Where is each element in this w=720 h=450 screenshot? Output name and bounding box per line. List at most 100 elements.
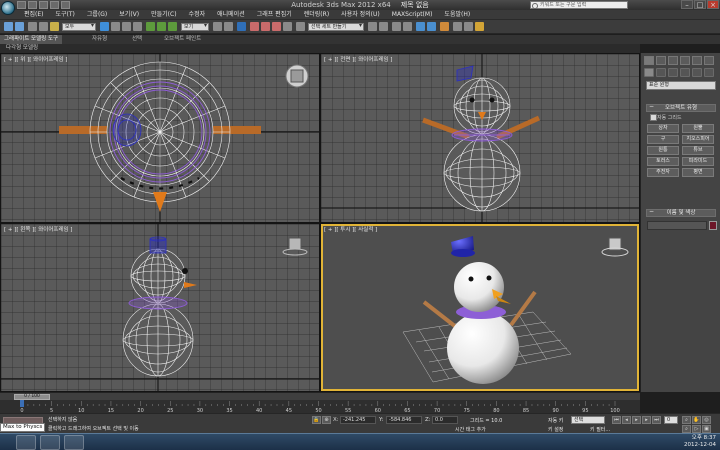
cylinder-button[interactable]: 원통 [647,146,679,155]
rectangular-selection-icon[interactable] [122,22,131,31]
close-button[interactable]: × [707,0,719,9]
select-object-icon[interactable] [100,22,109,31]
align-icon[interactable] [379,22,388,31]
torus-button[interactable]: 토러스 [647,157,679,166]
render-production-icon[interactable] [475,22,484,31]
menu-item-group[interactable]: 그룹(G) [81,10,113,20]
viewport-front[interactable]: [ + ][ 전면 ][ 와이어프레임 ] [321,54,639,222]
geometry-icon[interactable] [644,68,654,77]
maximize-button[interactable]: □ [694,0,706,9]
object-name-input[interactable] [647,221,707,230]
menu-item-animation[interactable]: 애니메이션 [211,10,251,20]
3dsmax-taskbar-icon[interactable] [64,435,84,450]
percent-snap-icon[interactable] [272,22,281,31]
create-tab-icon[interactable] [644,56,654,65]
display-tab-icon[interactable] [692,56,702,65]
menu-item-customize[interactable]: 사용자 정의(U) [335,10,386,20]
menu-item-maxscript[interactable]: MAXScript(M) [386,10,439,20]
undo-icon[interactable] [4,22,13,31]
viewport-top[interactable]: [ + ][ 위 ][ 와이어프레임 ] [1,54,319,222]
layer-manager-icon[interactable] [392,22,401,31]
shapes-icon[interactable] [656,68,666,77]
named-selection-dropdown[interactable]: 선택 세트 만들기 [308,23,364,31]
add-time-tag[interactable]: 시간 태그 추가 [455,426,486,433]
current-frame-marker[interactable] [20,400,24,407]
sphere-button[interactable]: 구 [647,135,679,144]
viewport-front-label[interactable]: [ + ][ 전면 ][ 와이어프레임 ] [324,55,392,63]
angle-snap-icon[interactable] [261,22,270,31]
menu-item-view[interactable]: 보기(V) [113,10,145,20]
go-to-end-icon[interactable]: ⏭ [652,416,661,424]
select-and-move-icon[interactable] [146,22,155,31]
mirror-icon[interactable] [368,22,377,31]
plane-button[interactable]: 평면 [682,168,714,177]
unlink-icon[interactable] [39,22,48,31]
go-to-start-icon[interactable]: ⏮ [612,416,621,424]
menu-item-help[interactable]: 도움말(H) [438,10,476,20]
select-by-name-icon[interactable] [111,22,120,31]
set-key-label[interactable]: 키 설정 [548,426,563,433]
lights-icon[interactable] [668,68,678,77]
menu-item-edit[interactable]: 편집(E) [18,10,50,20]
folder-taskbar-icon[interactable] [40,435,60,450]
viewport-left-label[interactable]: [ + ][ 왼쪽 ][ 와이어프레임 ] [4,225,72,233]
next-frame-icon[interactable]: ▸ [642,416,651,424]
graphite-toggle-icon[interactable] [403,22,412,31]
y-coordinate-field[interactable]: -584.846 [386,416,422,424]
time-slider[interactable]: 0 / 100 [0,392,640,400]
selected-dropdown[interactable]: 선택 [571,416,605,424]
curve-editor-icon[interactable] [416,22,425,31]
lock-selection-icon[interactable]: 🔒 [312,416,321,424]
space-warps-icon[interactable] [704,68,714,77]
viewport-top-label[interactable]: [ + ][ 위 ][ 와이어프레임 ] [4,55,67,63]
reference-coordinate-dropdown[interactable]: 보기 [181,23,209,31]
app-logo-icon[interactable] [1,1,15,15]
select-and-rotate-icon[interactable] [157,22,166,31]
x-coordinate-field[interactable]: -241.245 [340,416,376,424]
select-and-scale-icon[interactable] [168,22,177,31]
cone-button[interactable]: 원뿔 [682,124,714,133]
autogrid-checkbox[interactable]: 자동 그리드 [650,114,682,121]
snaps-toggle-icon[interactable] [250,22,259,31]
tab-freeform[interactable]: 자유형 [88,35,111,44]
motion-tab-icon[interactable] [680,56,690,65]
link-icon[interactable] [28,22,37,31]
object-type-rollout[interactable]: 오브젝트 유형 [646,104,716,112]
viewcube-icon[interactable] [288,237,302,251]
viewport-perspective-label[interactable]: [ + ][ 투시 ][ 사실적 ] [324,225,377,233]
key-filters-button[interactable]: 키 필터... [590,426,610,433]
render-setup-icon[interactable] [453,22,462,31]
current-frame-field[interactable]: 0 [664,416,678,424]
field-of-view-icon[interactable]: ▷ [692,425,701,433]
tab-selection[interactable]: 선택 [128,35,146,44]
window-crossing-icon[interactable] [133,22,142,31]
utilities-tab-icon[interactable] [704,56,714,65]
previous-frame-icon[interactable]: ◂ [622,416,631,424]
helpers-icon[interactable] [692,68,702,77]
pan-icon[interactable]: ✋ [692,416,701,424]
zoom-icon[interactable]: ⌕ [682,416,691,424]
minimize-button[interactable]: – [681,0,693,9]
hierarchy-tab-icon[interactable] [668,56,678,65]
teapot-button[interactable]: 주전자 [647,168,679,177]
menu-item-tools[interactable]: 도구(T) [50,10,81,20]
keyboard-shortcut-override-icon[interactable] [237,22,246,31]
rendered-frame-window-icon[interactable] [464,22,473,31]
z-coordinate-field[interactable]: 0.0 [432,416,458,424]
pivot-center-icon[interactable] [213,22,222,31]
menu-item-rendering[interactable]: 렌더링(R) [298,10,335,20]
select-and-manipulate-icon[interactable] [224,22,233,31]
selection-filter-dropdown[interactable]: 모두 [62,23,96,31]
box-button[interactable]: 상자 [647,124,679,133]
absolute-mode-icon[interactable]: ⊕ [322,416,331,424]
system-clock[interactable]: 오후 8:37 2012-12-04 [684,435,716,449]
viewport-perspective[interactable]: [ + ][ 투시 ][ 사실적 ] [321,224,639,391]
edit-named-selection-icon[interactable] [296,22,305,31]
tube-button[interactable]: 튜브 [682,146,714,155]
menu-item-create[interactable]: 만들기(C) [145,10,182,20]
redo-icon[interactable] [15,22,24,31]
bind-space-warp-icon[interactable] [50,22,59,31]
orbit-icon[interactable]: ◎ [702,416,711,424]
pyramid-button[interactable]: 피라미드 [682,157,714,166]
geosphere-button[interactable]: 지오스피어 [682,135,714,144]
